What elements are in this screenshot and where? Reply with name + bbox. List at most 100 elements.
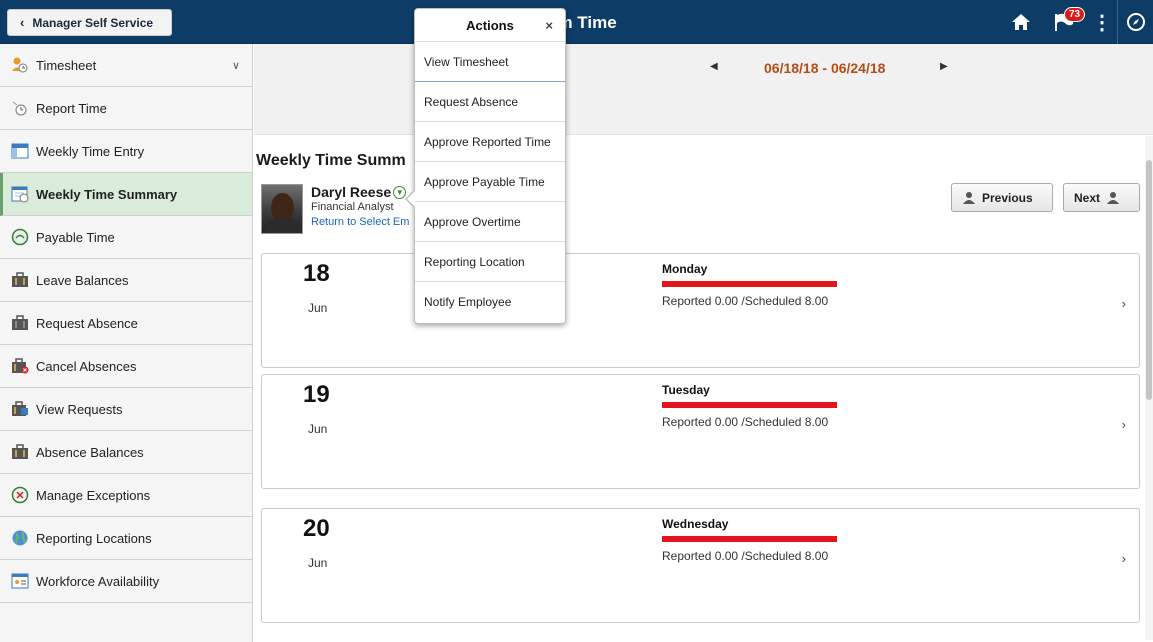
section-title: Weekly Time Summ — [256, 152, 406, 169]
sidebar-item-label: Manage Exceptions — [36, 487, 151, 503]
header-actions: 73 ⋮ — [1001, 0, 1153, 44]
day-number: 19 — [303, 381, 330, 408]
sidebar-item-weekly-time-summary[interactable]: Weekly Time Summary — [0, 173, 252, 216]
home-icon[interactable] — [1001, 0, 1041, 44]
notification-badge: 73 — [1064, 7, 1086, 22]
sidebar-item-label: Weekly Time Summary — [36, 186, 178, 202]
action-request-absence[interactable]: Request Absence — [415, 82, 565, 122]
previous-employee-button[interactable]: Previous — [951, 183, 1053, 212]
sidebar-item-label: Request Absence — [36, 315, 138, 331]
sidebar-item-manage-exceptions[interactable]: Manage Exceptions — [0, 474, 252, 517]
weekday-label: Monday — [662, 262, 708, 276]
briefcase-icon — [11, 314, 29, 332]
date-range: 06/18/18 - 06/24/18 — [764, 60, 886, 76]
more-actions-icon[interactable]: ⋮ — [1087, 0, 1117, 44]
main-content: ◀ 06/18/18 - 06/24/18 ▶ Weekly Time Summ… — [254, 44, 1153, 642]
action-view-timesheet[interactable]: View Timesheet — [415, 42, 565, 82]
next-button-label: Next — [1074, 190, 1101, 205]
sidebar-item-label: Timesheet — [36, 57, 97, 73]
globe-icon — [11, 529, 29, 547]
person-icon — [963, 191, 975, 204]
chevron-right-icon[interactable]: › — [1122, 296, 1126, 311]
weekday-label: Wednesday — [662, 517, 729, 531]
date-navigation: ◀ 06/18/18 - 06/24/18 ▶ — [254, 44, 1153, 135]
action-approve-payable-time[interactable]: Approve Payable Time — [415, 162, 565, 202]
clock-icon — [11, 99, 29, 117]
sidebar-item-workforce-availability[interactable]: Workforce Availability — [0, 560, 252, 603]
header-bar: ‹ Manager Self Service am Time 73 ⋮ — [0, 0, 1153, 44]
status-bar — [662, 281, 837, 287]
sidebar-item-label: Reporting Locations — [36, 530, 152, 546]
day-number: 18 — [303, 260, 330, 287]
previous-button-label: Previous — [982, 190, 1033, 205]
return-to-select-employee-link[interactable]: Return to Select Em — [311, 216, 409, 228]
sidebar-item-weekly-time-entry[interactable]: Weekly Time Entry — [0, 130, 252, 173]
notifications-flag-icon[interactable]: 73 — [1041, 0, 1087, 44]
employee-name: Daryl Reese — [311, 184, 392, 200]
actions-popup: Actions × View Timesheet Request Absence… — [414, 8, 566, 324]
chevron-right-icon[interactable]: › — [1122, 417, 1126, 432]
sidebar-item-cancel-absences[interactable]: Cancel Absences — [0, 345, 252, 388]
briefcase-icon — [11, 443, 29, 461]
grid-icon — [11, 142, 29, 160]
sidebar: Timesheet ∨ Report Time Weekly Time Entr… — [0, 44, 253, 642]
actions-popup-title: Actions — [466, 17, 514, 33]
actions-popup-header: Actions × — [415, 9, 565, 42]
exception-icon — [11, 486, 29, 504]
calendar-icon — [11, 185, 29, 203]
sidebar-item-payable-time[interactable]: Payable Time — [0, 216, 252, 259]
day-month: Jun — [308, 556, 328, 570]
sidebar-item-reporting-locations[interactable]: Reporting Locations — [0, 517, 252, 560]
briefcase-view-icon — [11, 400, 29, 418]
action-approve-reported-time[interactable]: Approve Reported Time — [415, 122, 565, 162]
sidebar-item-label: Cancel Absences — [36, 358, 137, 374]
popup-pointer-fill — [407, 191, 415, 207]
day-card-tuesday[interactable]: 19 Jun Tuesday Reported 0.00 /Scheduled … — [261, 374, 1140, 489]
close-icon[interactable]: × — [545, 18, 553, 33]
sidebar-item-timesheet[interactable]: Timesheet ∨ — [0, 44, 252, 87]
employee-photo — [261, 184, 303, 234]
sidebar-item-label: Payable Time — [36, 229, 115, 245]
sidebar-item-label: Leave Balances — [36, 272, 129, 288]
sidebar-item-label: Absence Balances — [36, 444, 144, 460]
timesheet-icon — [11, 56, 29, 74]
navbar-compass-icon[interactable] — [1117, 0, 1153, 44]
reported-scheduled-text: Reported 0.00 /Scheduled 8.00 — [662, 549, 829, 563]
briefcase-cancel-icon — [11, 357, 29, 375]
sidebar-item-label: Workforce Availability — [36, 573, 160, 589]
sidebar-item-view-requests[interactable]: View Requests — [0, 388, 252, 431]
day-card-wednesday[interactable]: 20 Jun Wednesday Reported 0.00 /Schedule… — [261, 508, 1140, 623]
day-number: 20 — [303, 515, 330, 542]
chevron-down-icon[interactable]: ∨ — [232, 59, 240, 72]
day-card-monday[interactable]: 18 Jun Monday Reported 0.00 /Scheduled 8… — [261, 253, 1140, 368]
person-icon — [1107, 191, 1120, 204]
reported-scheduled-text: Reported 0.00 /Scheduled 8.00 — [662, 294, 829, 308]
action-notify-employee[interactable]: Notify Employee — [415, 282, 565, 322]
sidebar-item-leave-balances[interactable]: Leave Balances — [0, 259, 252, 302]
payable-icon — [11, 228, 29, 246]
action-reporting-location[interactable]: Reporting Location — [415, 242, 565, 282]
sidebar-item-report-time[interactable]: Report Time — [0, 87, 252, 130]
status-bar — [662, 536, 837, 542]
employee-name-row[interactable]: Daryl Reese ▼ — [311, 184, 407, 200]
sidebar-item-label: View Requests — [36, 401, 123, 417]
sidebar-item-label: Weekly Time Entry — [36, 143, 145, 159]
sidebar-item-absence-balances[interactable]: Absence Balances — [0, 431, 252, 474]
day-month: Jun — [308, 422, 328, 436]
next-employee-button[interactable]: Next — [1063, 183, 1140, 212]
workforce-icon — [11, 572, 29, 590]
employee-job-title: Financial Analyst — [311, 201, 394, 213]
weekday-label: Tuesday — [662, 383, 710, 397]
briefcase-icon — [11, 271, 29, 289]
reported-scheduled-text: Reported 0.00 /Scheduled 8.00 — [662, 415, 829, 429]
status-bar — [662, 402, 837, 408]
previous-week-arrow-icon[interactable]: ◀ — [710, 61, 718, 72]
back-button-label: Manager Self Service — [32, 15, 154, 30]
action-approve-overtime[interactable]: Approve Overtime — [415, 202, 565, 242]
sidebar-item-label: Report Time — [36, 100, 107, 116]
scrollbar-thumb[interactable] — [1146, 160, 1152, 400]
back-button[interactable]: ‹ Manager Self Service — [7, 9, 172, 36]
sidebar-item-request-absence[interactable]: Request Absence — [0, 302, 252, 345]
chevron-right-icon[interactable]: › — [1122, 551, 1126, 566]
next-week-arrow-icon[interactable]: ▶ — [940, 61, 948, 72]
